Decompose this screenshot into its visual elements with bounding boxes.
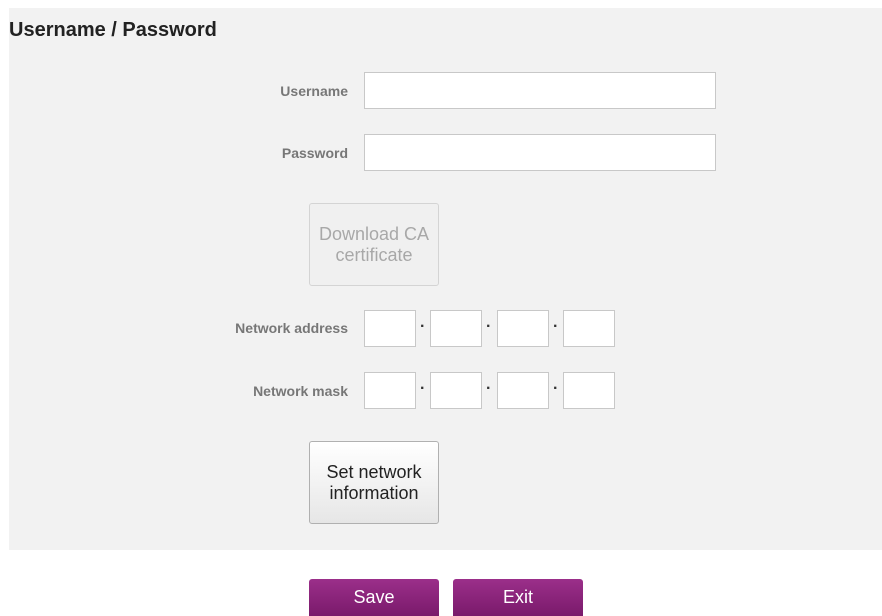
octet-separator: · — [420, 380, 426, 397]
octet-separator: · — [486, 380, 492, 397]
network-address-octet-1[interactable] — [364, 310, 416, 347]
network-mask-octet-3[interactable] — [497, 372, 549, 409]
network-mask-octet-4[interactable] — [563, 372, 615, 409]
password-label: Password — [281, 145, 348, 161]
download-ca-certificate-label: Download CA certificate — [318, 223, 430, 265]
network-mask-octet-1[interactable] — [364, 372, 416, 409]
octet-separator: · — [486, 318, 492, 335]
octet-separator: · — [553, 380, 559, 397]
section-title: Username / Password — [9, 19, 217, 41]
save-button[interactable]: Save — [309, 579, 439, 616]
network-address-octet-2[interactable] — [430, 310, 482, 347]
exit-button[interactable]: Exit — [453, 579, 583, 616]
username-input[interactable] — [364, 72, 716, 109]
network-address-octet-4[interactable] — [563, 310, 615, 347]
network-address-octet-3[interactable] — [497, 310, 549, 347]
octet-separator: · — [420, 318, 426, 335]
password-input[interactable] — [364, 134, 716, 171]
network-mask-octet-2[interactable] — [430, 372, 482, 409]
network-address-label: Network address — [235, 320, 348, 336]
set-network-information-button[interactable]: Set network information — [309, 441, 439, 524]
set-network-information-label: Set network information — [326, 461, 422, 503]
download-ca-certificate-button[interactable]: Download CA certificate — [309, 203, 439, 286]
username-label: Username — [280, 83, 348, 99]
octet-separator: · — [553, 318, 559, 335]
network-mask-label: Network mask — [253, 383, 348, 399]
